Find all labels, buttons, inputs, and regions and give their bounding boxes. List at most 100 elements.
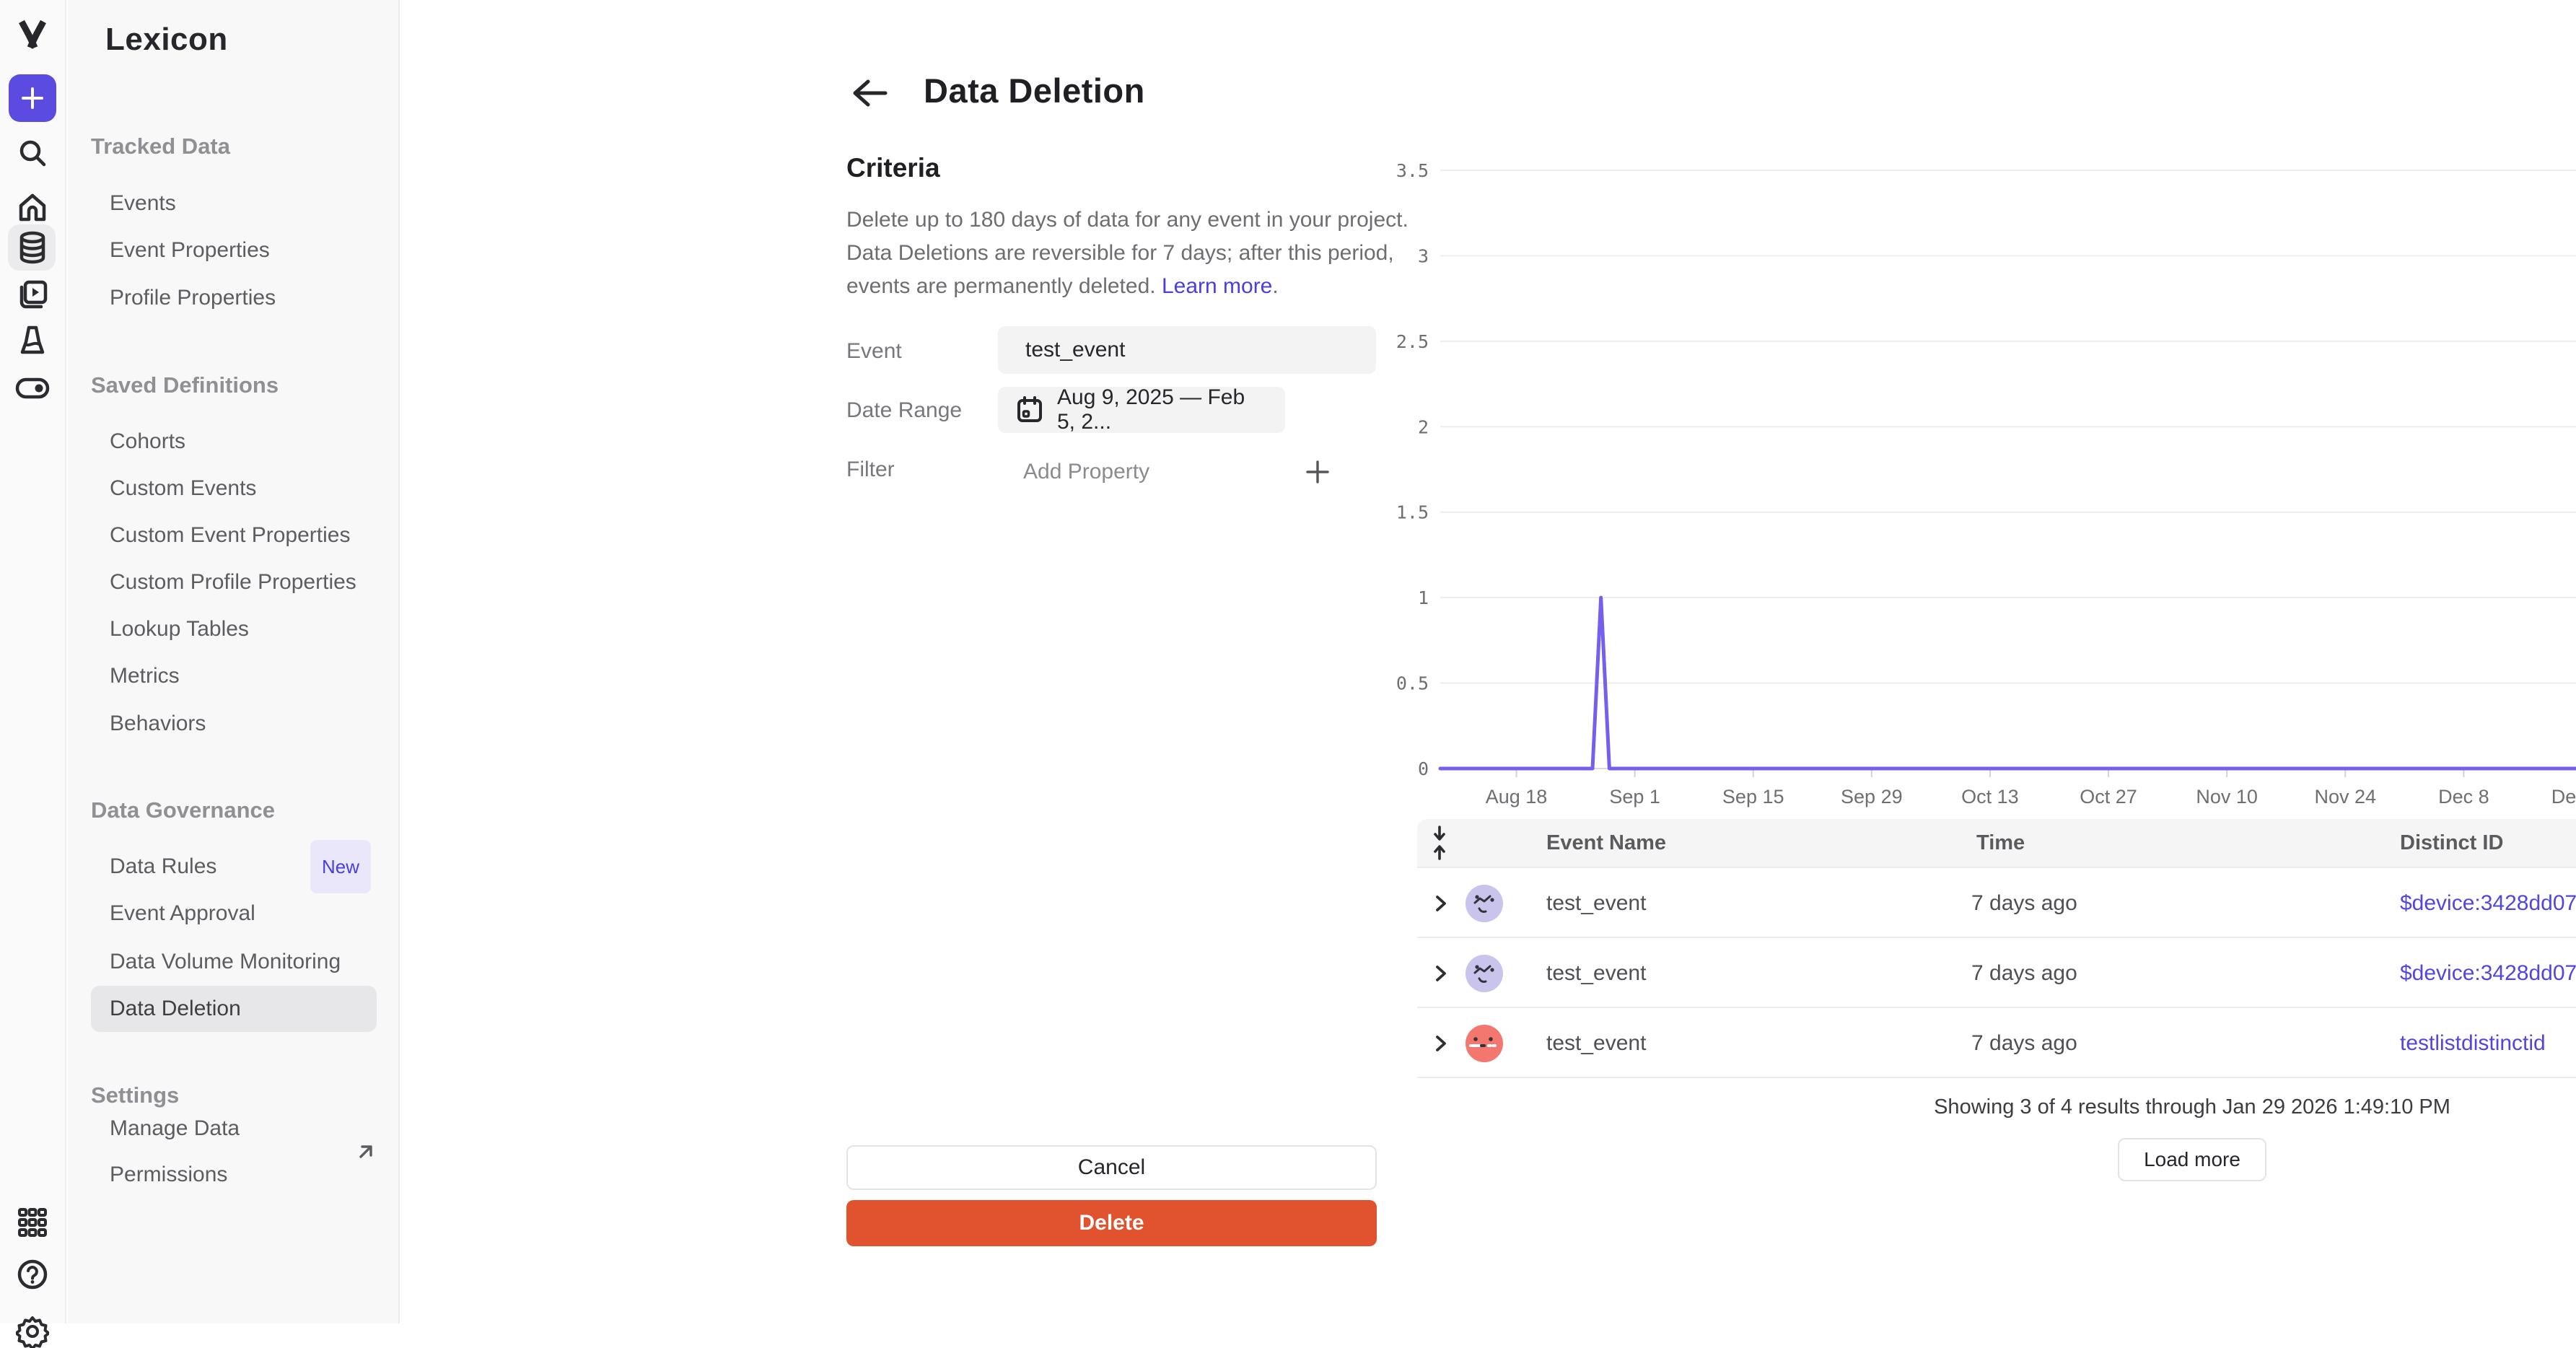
svg-text:0.5: 0.5: [1396, 673, 1429, 694]
sidebar-item-custom-event-properties[interactable]: Custom Event Properties: [91, 512, 377, 559]
desc-line-1: Delete up to 180 days of data for any ev…: [846, 208, 1409, 232]
sidebar-item-label: Cohorts: [110, 419, 185, 465]
event-name-cell: test_event: [1546, 868, 1646, 938]
column-header-event-name[interactable]: Event Name: [1546, 819, 1666, 867]
data-management-icon[interactable]: [17, 231, 48, 264]
svg-text:1.5: 1.5: [1396, 502, 1429, 523]
sidebar-section-data-governance: Data Governance: [91, 787, 275, 833]
cancel-button[interactable]: Cancel: [846, 1145, 1377, 1190]
sidebar-item-label: Behaviors: [110, 701, 206, 747]
sidebar-item-label: Profile Properties: [110, 275, 276, 321]
sidebar-item-cohorts[interactable]: Cohorts: [91, 419, 377, 465]
sidebar-item-label: Data Volume Monitoring: [110, 939, 341, 985]
sidebar-item-label: Manage Data Permissions: [110, 1106, 342, 1198]
sidebar-item-manage-data-permissions[interactable]: Manage Data Permissions: [91, 1129, 377, 1175]
column-header-distinct-id[interactable]: Distinct ID: [2400, 819, 2503, 867]
svg-text:Oct 13: Oct 13: [1961, 786, 2019, 808]
create-new-button[interactable]: [9, 74, 56, 122]
sidebar-item-label: Custom Event Properties: [110, 512, 350, 559]
svg-text:2: 2: [1418, 416, 1429, 437]
sidebar-item-label: Custom Events: [110, 465, 256, 512]
avatar: [1465, 1008, 1504, 1078]
date-range-picker[interactable]: Aug 9, 2025 — Feb 5, 2...: [998, 387, 1285, 433]
time-cell: 7 days ago: [1971, 1008, 2077, 1078]
events-over-time-chart: 00.511.522.533.5Aug 18Sep 1Sep 15Sep 29O…: [1396, 150, 2576, 808]
svg-text:1: 1: [1418, 587, 1429, 608]
page-title: Data Deletion: [924, 71, 1145, 110]
settings-gear-icon[interactable]: [16, 1315, 49, 1348]
sidebar-item-data-volume-monitoring[interactable]: Data Volume Monitoring: [91, 939, 377, 985]
lexicon-sidebar: Lexicon Tracked DataEventsEvent Properti…: [68, 0, 400, 1323]
expand-chevron-icon[interactable]: [1432, 868, 1450, 938]
svg-text:Aug 18: Aug 18: [1486, 786, 1548, 808]
expand-chevron-icon[interactable]: [1432, 1008, 1450, 1078]
sidebar-item-custom-events[interactable]: Custom Events: [91, 465, 377, 512]
svg-text:Oct 27: Oct 27: [2080, 786, 2137, 808]
distinct-id-link[interactable]: $device:3428dd07-3eb7-4f40-8285-cff...: [2400, 938, 2576, 1008]
sidebar-item-event-approval[interactable]: Event Approval: [91, 890, 377, 937]
expand-collapse-all-icon[interactable]: [1427, 819, 1452, 867]
sidebar-item-label: Event Properties: [110, 227, 270, 273]
table-row[interactable]: test_event 7 days ago $device:3428dd07-3eb…: [1417, 937, 2576, 1007]
avatar: [1465, 938, 1504, 1008]
criteria-description: Delete up to 180 days of data for any ev…: [846, 203, 1409, 303]
svg-text:Dec 22: Dec 22: [2551, 786, 2576, 808]
load-more-button[interactable]: Load more: [2118, 1138, 2266, 1181]
sidebar-item-lookup-tables[interactable]: Lookup Tables: [91, 606, 377, 652]
column-header-time[interactable]: Time: [1976, 819, 2025, 867]
sidebar-item-event-properties[interactable]: Event Properties: [91, 227, 377, 273]
sidebar-item-label: Events: [110, 180, 176, 227]
sidebar-item-label: Event Approval: [110, 890, 255, 937]
home-icon[interactable]: [17, 192, 48, 224]
learn-more-link[interactable]: Learn more: [1162, 274, 1272, 298]
time-cell: 7 days ago: [1971, 938, 2077, 1008]
svg-text:Dec 8: Dec 8: [2438, 786, 2489, 808]
event-select-field[interactable]: test_event: [998, 326, 1376, 374]
sidebar-item-label: Data Deletion: [110, 986, 241, 1032]
time-cell: 7 days ago: [1971, 868, 2077, 938]
plus-icon[interactable]: [9, 74, 56, 122]
help-icon[interactable]: [17, 1259, 48, 1290]
experiments-flask-icon[interactable]: [17, 324, 48, 356]
svg-text:3.5: 3.5: [1396, 160, 1429, 181]
sidebar-item-metrics[interactable]: Metrics: [91, 653, 377, 699]
sidebar-item-label: Lookup Tables: [110, 606, 249, 652]
desc-line-2: Data Deletions are reversible for 7 days…: [846, 241, 1394, 265]
event-name-cell: test_event: [1546, 938, 1646, 1008]
avatar: [1465, 868, 1504, 938]
table-header-row: Event Name Time Distinct ID: [1417, 819, 2576, 867]
event-name-cell: test_event: [1546, 1008, 1646, 1078]
results-summary-text: Showing 3 of 4 results through Jan 29 20…: [1417, 1095, 2576, 1119]
svg-text:2.5: 2.5: [1396, 331, 1429, 352]
distinct-id-link[interactable]: testlistdistinctid: [2400, 1008, 2546, 1078]
svg-text:Sep 1: Sep 1: [1609, 786, 1660, 808]
desc-line-3: events are permanently deleted.: [846, 274, 1156, 298]
table-row[interactable]: test_event7 days agotestlistdistinctid••…: [1417, 1007, 2576, 1077]
sidebar-item-profile-properties[interactable]: Profile Properties: [91, 275, 377, 321]
delete-button[interactable]: Delete: [846, 1200, 1377, 1246]
table-row[interactable]: test_event 7 days ago $device:3428dd07-3eb…: [1417, 867, 2576, 937]
mixpanel-logo-icon[interactable]: [16, 18, 49, 51]
feature-flags-toggle-icon[interactable]: [15, 377, 50, 399]
distinct-id-link[interactable]: $device:3428dd07-3eb7-4f40-8285-cff...: [2400, 868, 2576, 938]
sidebar-item-behaviors[interactable]: Behaviors: [91, 701, 377, 747]
sidebar-item-custom-profile-properties[interactable]: Custom Profile Properties: [91, 559, 377, 605]
svg-text:Nov 24: Nov 24: [2314, 786, 2376, 808]
main-content: Data Deletion Criteria Delete up to 180 …: [401, 0, 2576, 1323]
boards-icon[interactable]: [17, 279, 48, 310]
date-range-label: Date Range: [846, 398, 962, 423]
expand-chevron-icon[interactable]: [1432, 938, 1450, 1008]
sidebar-item-data-rules[interactable]: Data RulesNew: [91, 844, 377, 890]
plus-icon[interactable]: [1300, 455, 1335, 489]
sidebar-item-label: Metrics: [110, 653, 180, 699]
svg-text:Sep 15: Sep 15: [1722, 786, 1784, 808]
add-property-button[interactable]: Add Property: [1023, 456, 1149, 488]
criteria-heading: Criteria: [846, 153, 940, 183]
event-field-label: Event: [846, 339, 902, 364]
external-link-icon: [355, 1141, 377, 1163]
search-icon[interactable]: [17, 138, 48, 168]
apps-grid-icon[interactable]: [17, 1207, 48, 1238]
sidebar-item-data-deletion[interactable]: Data Deletion: [91, 986, 377, 1032]
back-arrow-icon[interactable]: [847, 71, 892, 115]
sidebar-item-events[interactable]: Events: [91, 180, 377, 227]
